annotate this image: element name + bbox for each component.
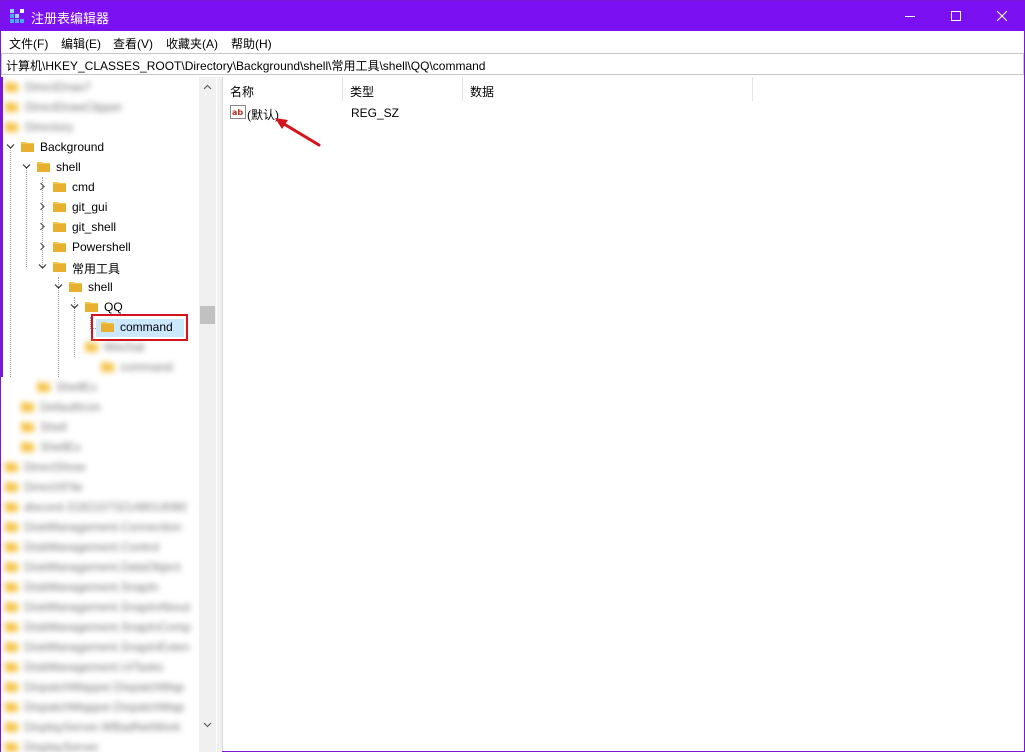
tree-item-label: QQ: [104, 300, 123, 314]
registry-editor-window: 注册表编辑器 文件(F) 编辑(E) 查看(V) 收藏夹(A) 帮助(H) 计算…: [0, 0, 1025, 752]
tree-item-label: git_shell: [72, 220, 117, 234]
scroll-down-icon[interactable]: [203, 720, 212, 729]
folder-icon: [85, 302, 98, 312]
tree-item-powershell[interactable]: Powershell: [1, 237, 199, 257]
maximize-icon: [951, 11, 961, 21]
tree-item-label: Powershell: [72, 240, 131, 254]
minimize-button[interactable]: [887, 1, 933, 31]
folder-icon: [53, 222, 66, 232]
tree-item-cmd[interactable]: cmd: [1, 177, 199, 197]
values-list[interactable]: 名称 类型 数据 ab (默认) REG_SZ: [222, 77, 1024, 751]
menu-edit[interactable]: 编辑(E): [61, 35, 101, 52]
close-button[interactable]: [979, 1, 1025, 31]
address-bar[interactable]: 计算机\HKEY_CLASSES_ROOT\Directory\Backgrou…: [1, 53, 1024, 75]
registry-tree[interactable]: DirectDraw7 DirectDrawClipper Directory …: [1, 77, 217, 752]
folder-icon: [69, 282, 82, 292]
folder-icon: [21, 142, 34, 152]
tree-item-label: git_gui: [72, 200, 108, 214]
menu-favorites[interactable]: 收藏夹(A): [166, 35, 218, 52]
tree-item-label: cmd: [72, 180, 95, 194]
tree-item-common-tools[interactable]: 常用工具: [1, 257, 199, 277]
menu-file[interactable]: 文件(F): [9, 35, 48, 52]
string-value-icon: ab: [230, 105, 246, 119]
tree-item-label: shell: [88, 280, 113, 294]
chevron-down-icon[interactable]: [38, 262, 47, 271]
folder-icon: [37, 162, 50, 172]
chevron-down-icon[interactable]: [6, 142, 15, 151]
column-header-label: 数据: [470, 85, 495, 99]
folder-icon: [53, 202, 66, 212]
chevron-right-icon[interactable]: [38, 202, 47, 211]
tree-item-shell[interactable]: shell: [1, 157, 199, 177]
tree-item-label: 常用工具: [72, 262, 121, 276]
scroll-thumb[interactable]: [200, 306, 215, 324]
menu-bar: 文件(F) 编辑(E) 查看(V) 收藏夹(A) 帮助(H): [1, 31, 1024, 52]
chevron-right-icon[interactable]: [38, 242, 47, 251]
address-path[interactable]: 计算机\HKEY_CLASSES_ROOT\Directory\Backgrou…: [6, 57, 486, 74]
window-title: 注册表编辑器: [31, 11, 110, 26]
svg-text:ab: ab: [232, 108, 243, 117]
column-header-type[interactable]: 类型: [343, 77, 463, 101]
menu-help[interactable]: 帮助(H): [231, 35, 272, 52]
red-arrow-annotation: [275, 118, 321, 147]
column-header-data[interactable]: 数据: [463, 77, 753, 101]
value-type: REG_SZ: [351, 106, 400, 120]
chevron-down-icon[interactable]: [70, 302, 79, 311]
chevron-down-icon[interactable]: [54, 282, 63, 291]
column-header-label: 类型: [350, 85, 375, 99]
column-header-label: 名称: [230, 85, 255, 99]
folder-icon: [53, 182, 66, 192]
registry-app-icon: [10, 9, 24, 23]
tree-item-shell-nested[interactable]: shell: [1, 277, 199, 297]
maximize-button[interactable]: [933, 1, 979, 31]
tree-item-git-shell[interactable]: git_shell: [1, 217, 199, 237]
folder-icon: [53, 262, 66, 272]
tree-item-git-gui[interactable]: git_gui: [1, 197, 199, 217]
title-bar[interactable]: 注册表编辑器: [1, 1, 1024, 31]
folder-icon: [53, 242, 66, 252]
close-icon: [997, 11, 1007, 21]
chevron-down-icon[interactable]: [22, 162, 31, 171]
menu-view[interactable]: 查看(V): [113, 35, 153, 52]
window-edge: [1, 77, 3, 377]
tree-item-background[interactable]: Background: [1, 137, 199, 157]
tree-item-label: shell: [56, 160, 81, 174]
tree-scrollbar[interactable]: [199, 77, 216, 752]
scroll-up-icon[interactable]: [203, 83, 212, 92]
red-highlight-box: [91, 314, 188, 341]
chevron-right-icon[interactable]: [38, 182, 47, 191]
tree-item-label: Background: [40, 140, 105, 154]
minimize-icon: [905, 16, 915, 17]
column-header-name[interactable]: 名称: [223, 77, 343, 101]
chevron-right-icon[interactable]: [38, 222, 47, 231]
